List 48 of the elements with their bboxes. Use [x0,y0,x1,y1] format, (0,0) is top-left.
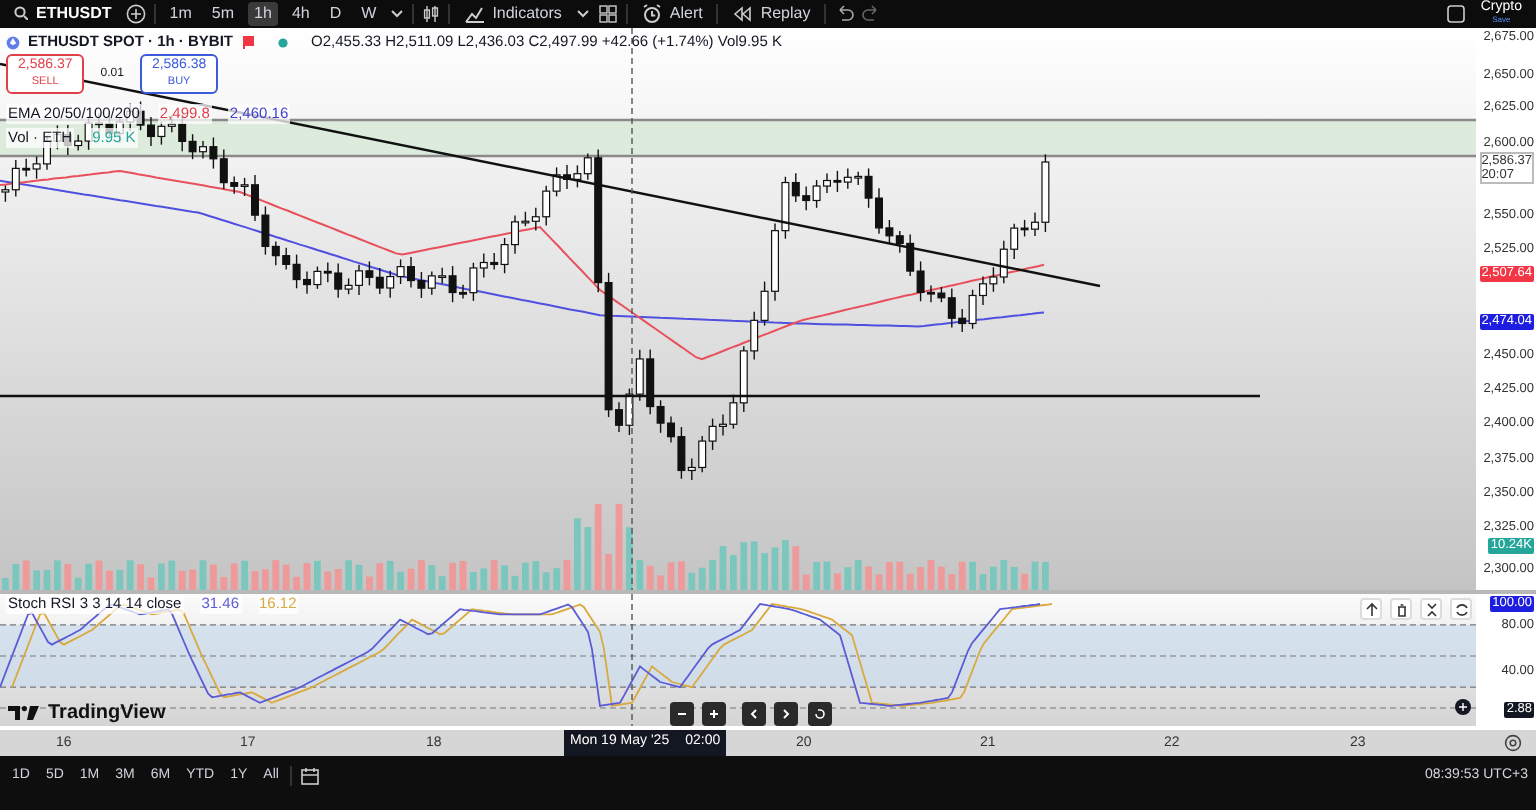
calendar-icon[interactable] [300,766,321,786]
plus-icon [706,706,722,722]
interval-tab[interactable]: 5m [205,2,241,26]
alert-button[interactable]: Alert [635,2,709,26]
refresh-button[interactable] [1450,598,1472,620]
reset-icon [812,706,828,722]
refresh-icon [1453,601,1469,617]
brand-name: TradingView [48,700,166,728]
trash-icon [1393,601,1409,617]
zoom-out-button[interactable] [670,702,694,726]
symbol-button[interactable]: ETHUSDT [8,2,118,26]
chevron-right-icon [778,706,794,722]
flag-icon[interactable] [241,35,254,49]
zoom-in-button[interactable] [702,702,726,726]
indicators-button[interactable]: Indicators [458,2,568,26]
chart-line-icon [464,4,485,24]
chevron-down-icon[interactable] [390,8,405,20]
undo-icon[interactable] [834,4,855,24]
collapse-icon [1423,601,1439,617]
reset-button[interactable] [808,702,832,726]
scroll-right-button[interactable] [774,702,798,726]
add-circle-icon[interactable] [1454,698,1472,716]
status-dot-icon [277,37,288,47]
coin-icon [6,35,20,49]
trash-button[interactable] [1390,598,1412,620]
square-icon[interactable] [1446,4,1467,24]
collapse-button[interactable] [1420,598,1442,620]
scroll-left-button[interactable] [742,702,766,726]
interval-tab[interactable]: 1m [163,2,198,26]
logo-icon [8,704,40,722]
arrow-up-icon [1363,601,1379,617]
interval-tab[interactable]: D [323,2,348,26]
settings-icon[interactable] [1504,734,1522,752]
replay-button[interactable]: Replay [726,2,817,26]
arrow-up-button[interactable] [1360,598,1382,620]
layout-grid-icon[interactable] [597,4,618,24]
chevron-left-icon [746,706,762,722]
add-symbol-icon[interactable] [125,4,146,24]
alarm-clock-icon [641,4,662,24]
redo-icon[interactable] [862,4,883,24]
interval-tab[interactable]: 1h [248,2,278,26]
chevron-down-icon[interactable] [575,8,590,20]
candles-icon[interactable] [422,4,441,24]
interval-tab[interactable]: 4h [285,2,316,26]
interval-tab[interactable]: W [355,2,383,26]
rewind-icon [732,4,753,24]
search-icon [14,6,28,21]
crosshair-line [631,594,633,726]
